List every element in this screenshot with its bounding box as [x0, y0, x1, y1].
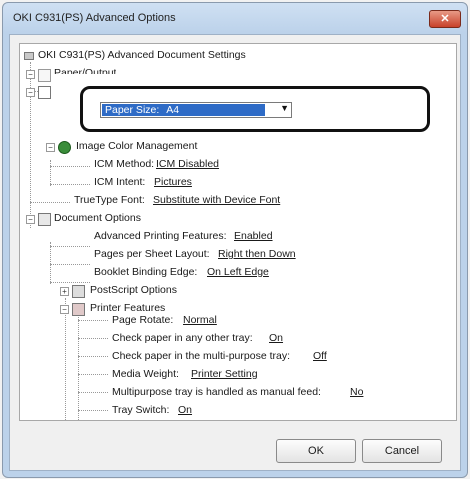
postscript-icon	[72, 285, 85, 298]
check-paper-other-value[interactable]: On	[269, 332, 283, 345]
document-options-icon	[38, 213, 51, 226]
truetype-font-label: TrueType Font:	[74, 194, 145, 206]
printer-icon	[24, 52, 34, 60]
icm-intent-value[interactable]: Pictures	[154, 176, 192, 189]
collapse-printer-features-icon[interactable]: −	[60, 305, 69, 314]
collapse-icm-icon[interactable]: −	[46, 143, 55, 152]
manual-feed-value[interactable]: No	[350, 386, 363, 399]
window-title: OKI C931(PS) Advanced Options	[13, 12, 176, 24]
collapse-graphic-icon[interactable]: −	[26, 88, 35, 97]
pages-per-sheet-label: Pages per Sheet Layout:	[94, 248, 210, 260]
ok-button[interactable]: OK	[276, 439, 356, 463]
tree-item-image-color-management[interactable]: Image Color Management	[76, 140, 197, 153]
callout-highlight	[80, 86, 430, 132]
close-button[interactable]: ✕	[429, 10, 461, 28]
advanced-printing-label: Advanced Printing Features:	[94, 230, 227, 242]
manual-feed-label: Multipurpose tray is handled as manual f…	[112, 386, 321, 398]
graphic-icon	[38, 86, 51, 99]
printer-features-icon	[72, 303, 85, 316]
color-management-icon	[58, 141, 71, 154]
paper-icon	[38, 69, 51, 82]
settings-tree[interactable]: OKI C931(PS) Advanced Document Settings …	[19, 43, 457, 421]
expand-postscript-options-icon[interactable]: +	[60, 287, 69, 296]
truetype-font-value[interactable]: Substitute with Device Font	[153, 194, 280, 207]
check-paper-other-label: Check paper in any other tray:	[112, 332, 253, 344]
media-weight-value[interactable]: Printer Setting	[191, 368, 258, 381]
check-paper-mp-label: Check paper in the multi-purpose tray:	[112, 350, 291, 362]
collapse-document-options-icon[interactable]: −	[26, 215, 35, 224]
icm-method-label: ICM Method:	[94, 158, 155, 170]
icm-intent-label: ICM Intent:	[94, 176, 146, 188]
advanced-options-window: OKI C931(PS) Advanced Options ✕ OKI C931…	[2, 2, 468, 478]
collapse-paper-output-icon[interactable]: −	[26, 70, 35, 79]
tree-item-document-options[interactable]: Document Options	[54, 212, 141, 225]
icm-method-value[interactable]: ICM Disabled	[156, 158, 219, 171]
tree-root[interactable]: OKI C931(PS) Advanced Document Settings	[38, 49, 246, 62]
pages-per-sheet-value[interactable]: Right then Down	[218, 248, 296, 261]
media-weight-label: Media Weight:	[112, 368, 179, 380]
tree-item-postscript-options[interactable]: PostScript Options	[90, 284, 177, 297]
dialog-body: OKI C931(PS) Advanced Document Settings …	[9, 34, 461, 471]
page-rotate-label: Page Rotate:	[112, 314, 174, 326]
check-paper-mp-value[interactable]: Off	[313, 350, 327, 363]
page-rotate-value[interactable]: Normal	[183, 314, 217, 327]
booklet-binding-value[interactable]: On Left Edge	[207, 266, 269, 279]
cancel-button[interactable]: Cancel	[362, 439, 442, 463]
advanced-printing-value[interactable]: Enabled	[234, 230, 273, 243]
close-icon: ✕	[440, 13, 450, 25]
tree-item-paper-output[interactable]: Paper/Output	[54, 67, 116, 74]
booklet-binding-label: Booklet Binding Edge:	[94, 266, 198, 278]
tray-switch-value[interactable]: On	[178, 404, 192, 417]
title-bar[interactable]: OKI C931(PS) Advanced Options ✕	[3, 3, 467, 31]
tray-switch-label: Tray Switch:	[112, 404, 170, 416]
